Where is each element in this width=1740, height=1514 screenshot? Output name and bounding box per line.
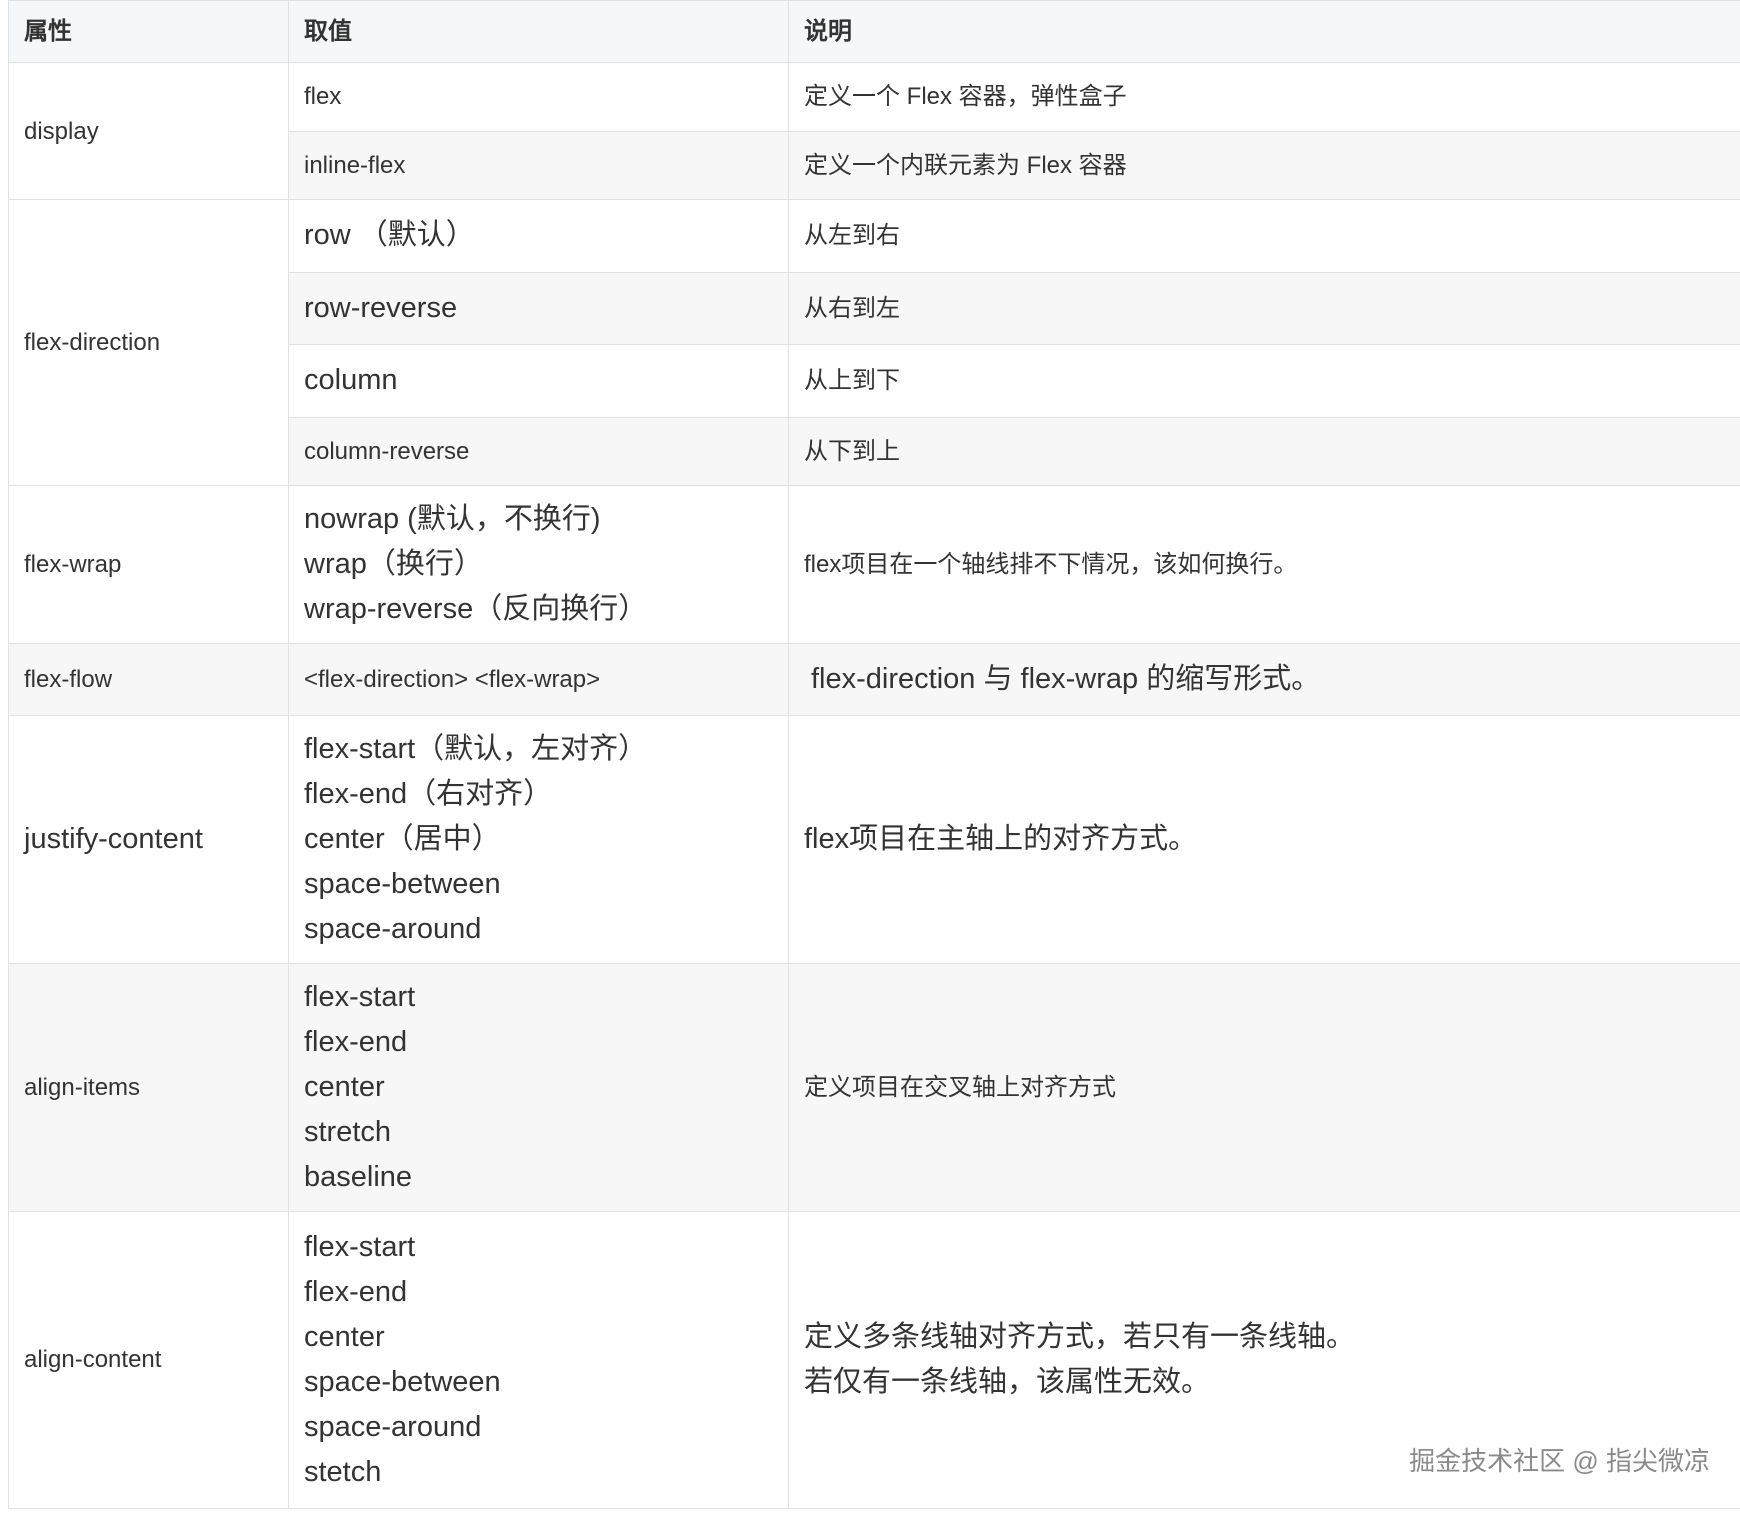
value-cell: column-reverse — [288, 416, 789, 486]
table-row: flex-direction row （默认） 从左到右 — [8, 199, 1740, 486]
table-row: justify-content flex-start（默认，左对齐） flex-… — [8, 715, 1740, 964]
value-cell: inline-flex — [288, 131, 789, 201]
watermark: 掘金技术社区 @ 指尖微凉 — [1409, 1446, 1710, 1476]
value-line: flex-start（默认，左对齐） — [304, 733, 648, 766]
table-row: align-items flex-start flex-end center s… — [8, 962, 1740, 1212]
value-line: space-between — [304, 868, 501, 901]
flex-properties-table: 属性 取值 说明 display flex 定义一个 Flex 容器，弹性盒子 … — [8, 0, 1740, 1510]
value-cell: row （默认） — [288, 199, 789, 273]
property-display: display — [8, 61, 289, 201]
description-line: 若仅有一条线轴，该属性无效。 — [804, 1365, 1211, 1398]
value-line: space-between — [304, 1365, 501, 1398]
table-header-row: 属性 取值 说明 — [8, 0, 1740, 63]
value-line: flex-start — [304, 1231, 416, 1264]
value-line: space-around — [304, 1410, 482, 1443]
description-cell: 从上到下 — [788, 344, 1740, 418]
header-property: 属性 — [8, 0, 289, 63]
table-row: flex-wrap nowrap (默认，不换行) wrap（换行） wrap-… — [8, 484, 1740, 644]
header-value: 取值 — [288, 0, 789, 63]
value-line: center — [304, 1070, 385, 1103]
description-cell: flex-direction 与 flex-wrap 的缩写形式。 — [788, 642, 1740, 717]
value-line: flex-end — [304, 1276, 408, 1308]
table-row: display flex 定义一个 Flex 容器，弹性盒子 — [8, 61, 1740, 201]
property-flex-flow: flex-flow — [8, 642, 289, 717]
value-line: flex-start — [304, 981, 416, 1014]
value-cell: flex — [288, 61, 789, 133]
value-line: wrap-reverse（反向换行） — [304, 592, 648, 625]
property-justify-content: justify-content — [8, 715, 289, 964]
value-line: nowrap (默认，不换行) — [304, 502, 601, 535]
description-cell: 从下到上 — [788, 416, 1740, 486]
description-cell: flex项目在主轴上的对齐方式。 — [788, 715, 1740, 964]
table-row: flex-flow <flex-direction> <flex-wrap> f… — [8, 642, 1740, 717]
value-line: flex-end — [304, 1025, 408, 1058]
description-cell: 定义项目在交叉轴上对齐方式 — [788, 962, 1740, 1212]
value-line: center — [304, 1320, 385, 1353]
value-cell: flex-start flex-end center space-between… — [288, 1210, 789, 1510]
description-cell: 定义一个 Flex 容器，弹性盒子 — [788, 61, 1740, 133]
description-line: 定义多条线轴对齐方式，若只有一条线轴。 — [804, 1320, 1356, 1353]
description-cell: 定义一个内联元素为 Flex 容器 — [788, 131, 1740, 201]
value-line: flex-end（右对齐） — [304, 778, 553, 811]
value-line: stetch — [304, 1455, 382, 1488]
value-line: center（居中） — [304, 823, 501, 856]
header-description: 说明 — [788, 0, 1740, 63]
value-cell: flex-start flex-end center stretch basel… — [288, 962, 789, 1212]
description-cell: 从右到左 — [788, 271, 1740, 346]
property-flex-direction: flex-direction — [8, 199, 289, 486]
value-cell: row-reverse — [288, 271, 789, 346]
description-cell: flex项目在一个轴线排不下情况，该如何换行。 — [788, 484, 1740, 644]
value-cell: flex-start（默认，左对齐） flex-end（右对齐） center（… — [288, 715, 789, 964]
description-cell: 从左到右 — [788, 199, 1740, 273]
property-align-items: align-items — [8, 962, 289, 1212]
property-flex-wrap: flex-wrap — [8, 484, 289, 644]
value-cell: <flex-direction> <flex-wrap> — [288, 642, 789, 717]
value-line: baseline — [304, 1160, 413, 1193]
value-cell: nowrap (默认，不换行) wrap（换行） wrap-reverse（反向… — [288, 484, 789, 644]
value-line: space-around — [304, 912, 482, 945]
value-line: stretch — [304, 1115, 392, 1148]
value-line: wrap（换行） — [304, 547, 483, 580]
value-cell: column — [288, 344, 789, 418]
property-align-content: align-content — [8, 1210, 289, 1510]
